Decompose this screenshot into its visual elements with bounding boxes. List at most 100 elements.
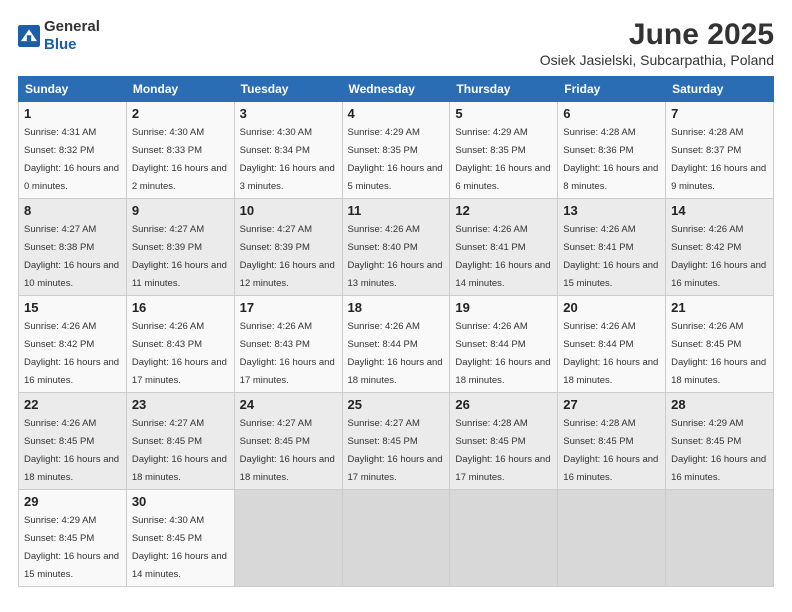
- table-row: 9 Sunrise: 4:27 AMSunset: 8:39 PMDayligh…: [126, 199, 234, 296]
- day-info: Sunrise: 4:28 AMSunset: 8:37 PMDaylight:…: [671, 127, 766, 192]
- table-row: 26 Sunrise: 4:28 AMSunset: 8:45 PMDaylig…: [450, 393, 558, 490]
- day-info: Sunrise: 4:27 AMSunset: 8:38 PMDaylight:…: [24, 224, 119, 289]
- day-number: 25: [348, 397, 445, 412]
- day-info: Sunrise: 4:26 AMSunset: 8:42 PMDaylight:…: [671, 224, 766, 289]
- table-row: 25 Sunrise: 4:27 AMSunset: 8:45 PMDaylig…: [342, 393, 450, 490]
- day-info: Sunrise: 4:26 AMSunset: 8:42 PMDaylight:…: [24, 321, 119, 386]
- month-title: June 2025: [540, 18, 774, 52]
- table-row: 10 Sunrise: 4:27 AMSunset: 8:39 PMDaylig…: [234, 199, 342, 296]
- table-row: 14 Sunrise: 4:26 AMSunset: 8:42 PMDaylig…: [666, 199, 774, 296]
- table-row: 17 Sunrise: 4:26 AMSunset: 8:43 PMDaylig…: [234, 296, 342, 393]
- location-subtitle: Osiek Jasielski, Subcarpathia, Poland: [540, 52, 774, 68]
- day-info: Sunrise: 4:30 AMSunset: 8:33 PMDaylight:…: [132, 127, 227, 192]
- day-number: 17: [240, 300, 337, 315]
- day-number: 12: [455, 203, 552, 218]
- calendar-table: Sunday Monday Tuesday Wednesday Thursday…: [18, 76, 774, 587]
- logo: General Blue: [18, 18, 100, 54]
- day-info: Sunrise: 4:29 AMSunset: 8:35 PMDaylight:…: [348, 127, 443, 192]
- day-number: 26: [455, 397, 552, 412]
- table-row: 15 Sunrise: 4:26 AMSunset: 8:42 PMDaylig…: [19, 296, 127, 393]
- table-row: 19 Sunrise: 4:26 AMSunset: 8:44 PMDaylig…: [450, 296, 558, 393]
- day-number: 22: [24, 397, 121, 412]
- page: General Blue June 2025 Osiek Jasielski, …: [0, 0, 792, 612]
- day-number: 18: [348, 300, 445, 315]
- col-wednesday: Wednesday: [342, 77, 450, 102]
- table-row: 20 Sunrise: 4:26 AMSunset: 8:44 PMDaylig…: [558, 296, 666, 393]
- table-row: 21 Sunrise: 4:26 AMSunset: 8:45 PMDaylig…: [666, 296, 774, 393]
- day-number: 21: [671, 300, 768, 315]
- day-info: Sunrise: 4:26 AMSunset: 8:40 PMDaylight:…: [348, 224, 443, 289]
- table-row: 1 Sunrise: 4:31 AMSunset: 8:32 PMDayligh…: [19, 102, 127, 199]
- calendar-week-row: 8 Sunrise: 4:27 AMSunset: 8:38 PMDayligh…: [19, 199, 774, 296]
- day-info: Sunrise: 4:26 AMSunset: 8:44 PMDaylight:…: [455, 321, 550, 386]
- day-info: Sunrise: 4:30 AMSunset: 8:34 PMDaylight:…: [240, 127, 335, 192]
- day-number: 16: [132, 300, 229, 315]
- day-number: 11: [348, 203, 445, 218]
- table-row: [666, 490, 774, 587]
- day-info: Sunrise: 4:27 AMSunset: 8:45 PMDaylight:…: [132, 418, 227, 483]
- logo-text: General Blue: [44, 18, 100, 54]
- table-row: [558, 490, 666, 587]
- day-info: Sunrise: 4:26 AMSunset: 8:44 PMDaylight:…: [348, 321, 443, 386]
- table-row: 3 Sunrise: 4:30 AMSunset: 8:34 PMDayligh…: [234, 102, 342, 199]
- table-row: 18 Sunrise: 4:26 AMSunset: 8:44 PMDaylig…: [342, 296, 450, 393]
- header: General Blue June 2025 Osiek Jasielski, …: [18, 18, 774, 68]
- calendar-week-row: 29 Sunrise: 4:29 AMSunset: 8:45 PMDaylig…: [19, 490, 774, 587]
- day-info: Sunrise: 4:28 AMSunset: 8:36 PMDaylight:…: [563, 127, 658, 192]
- day-number: 1: [24, 106, 121, 121]
- day-info: Sunrise: 4:26 AMSunset: 8:44 PMDaylight:…: [563, 321, 658, 386]
- table-row: [234, 490, 342, 587]
- table-row: 4 Sunrise: 4:29 AMSunset: 8:35 PMDayligh…: [342, 102, 450, 199]
- day-info: Sunrise: 4:29 AMSunset: 8:45 PMDaylight:…: [671, 418, 766, 483]
- day-info: Sunrise: 4:26 AMSunset: 8:41 PMDaylight:…: [455, 224, 550, 289]
- table-row: 6 Sunrise: 4:28 AMSunset: 8:36 PMDayligh…: [558, 102, 666, 199]
- day-number: 29: [24, 494, 121, 509]
- day-info: Sunrise: 4:26 AMSunset: 8:43 PMDaylight:…: [132, 321, 227, 386]
- day-info: Sunrise: 4:28 AMSunset: 8:45 PMDaylight:…: [455, 418, 550, 483]
- col-friday: Friday: [558, 77, 666, 102]
- table-row: 28 Sunrise: 4:29 AMSunset: 8:45 PMDaylig…: [666, 393, 774, 490]
- day-info: Sunrise: 4:30 AMSunset: 8:45 PMDaylight:…: [132, 515, 227, 580]
- logo-general: General: [44, 18, 100, 35]
- col-saturday: Saturday: [666, 77, 774, 102]
- day-info: Sunrise: 4:26 AMSunset: 8:43 PMDaylight:…: [240, 321, 335, 386]
- table-row: 11 Sunrise: 4:26 AMSunset: 8:40 PMDaylig…: [342, 199, 450, 296]
- col-thursday: Thursday: [450, 77, 558, 102]
- day-info: Sunrise: 4:26 AMSunset: 8:45 PMDaylight:…: [671, 321, 766, 386]
- day-info: Sunrise: 4:26 AMSunset: 8:45 PMDaylight:…: [24, 418, 119, 483]
- table-row: 8 Sunrise: 4:27 AMSunset: 8:38 PMDayligh…: [19, 199, 127, 296]
- calendar-header-row: Sunday Monday Tuesday Wednesday Thursday…: [19, 77, 774, 102]
- day-number: 8: [24, 203, 121, 218]
- day-info: Sunrise: 4:27 AMSunset: 8:39 PMDaylight:…: [132, 224, 227, 289]
- day-number: 20: [563, 300, 660, 315]
- day-info: Sunrise: 4:27 AMSunset: 8:39 PMDaylight:…: [240, 224, 335, 289]
- day-info: Sunrise: 4:29 AMSunset: 8:45 PMDaylight:…: [24, 515, 119, 580]
- col-sunday: Sunday: [19, 77, 127, 102]
- day-info: Sunrise: 4:31 AMSunset: 8:32 PMDaylight:…: [24, 127, 119, 192]
- day-number: 6: [563, 106, 660, 121]
- day-number: 30: [132, 494, 229, 509]
- table-row: 16 Sunrise: 4:26 AMSunset: 8:43 PMDaylig…: [126, 296, 234, 393]
- day-info: Sunrise: 4:27 AMSunset: 8:45 PMDaylight:…: [348, 418, 443, 483]
- calendar-week-row: 15 Sunrise: 4:26 AMSunset: 8:42 PMDaylig…: [19, 296, 774, 393]
- day-number: 13: [563, 203, 660, 218]
- table-row: [342, 490, 450, 587]
- day-number: 2: [132, 106, 229, 121]
- calendar-week-row: 1 Sunrise: 4:31 AMSunset: 8:32 PMDayligh…: [19, 102, 774, 199]
- table-row: 7 Sunrise: 4:28 AMSunset: 8:37 PMDayligh…: [666, 102, 774, 199]
- day-info: Sunrise: 4:29 AMSunset: 8:35 PMDaylight:…: [455, 127, 550, 192]
- day-info: Sunrise: 4:26 AMSunset: 8:41 PMDaylight:…: [563, 224, 658, 289]
- day-number: 4: [348, 106, 445, 121]
- calendar-week-row: 22 Sunrise: 4:26 AMSunset: 8:45 PMDaylig…: [19, 393, 774, 490]
- logo-blue: Blue: [44, 36, 77, 53]
- col-tuesday: Tuesday: [234, 77, 342, 102]
- day-number: 15: [24, 300, 121, 315]
- table-row: 30 Sunrise: 4:30 AMSunset: 8:45 PMDaylig…: [126, 490, 234, 587]
- day-number: 24: [240, 397, 337, 412]
- logo-icon: [18, 25, 40, 47]
- table-row: 13 Sunrise: 4:26 AMSunset: 8:41 PMDaylig…: [558, 199, 666, 296]
- day-number: 23: [132, 397, 229, 412]
- table-row: 24 Sunrise: 4:27 AMSunset: 8:45 PMDaylig…: [234, 393, 342, 490]
- day-number: 19: [455, 300, 552, 315]
- day-number: 9: [132, 203, 229, 218]
